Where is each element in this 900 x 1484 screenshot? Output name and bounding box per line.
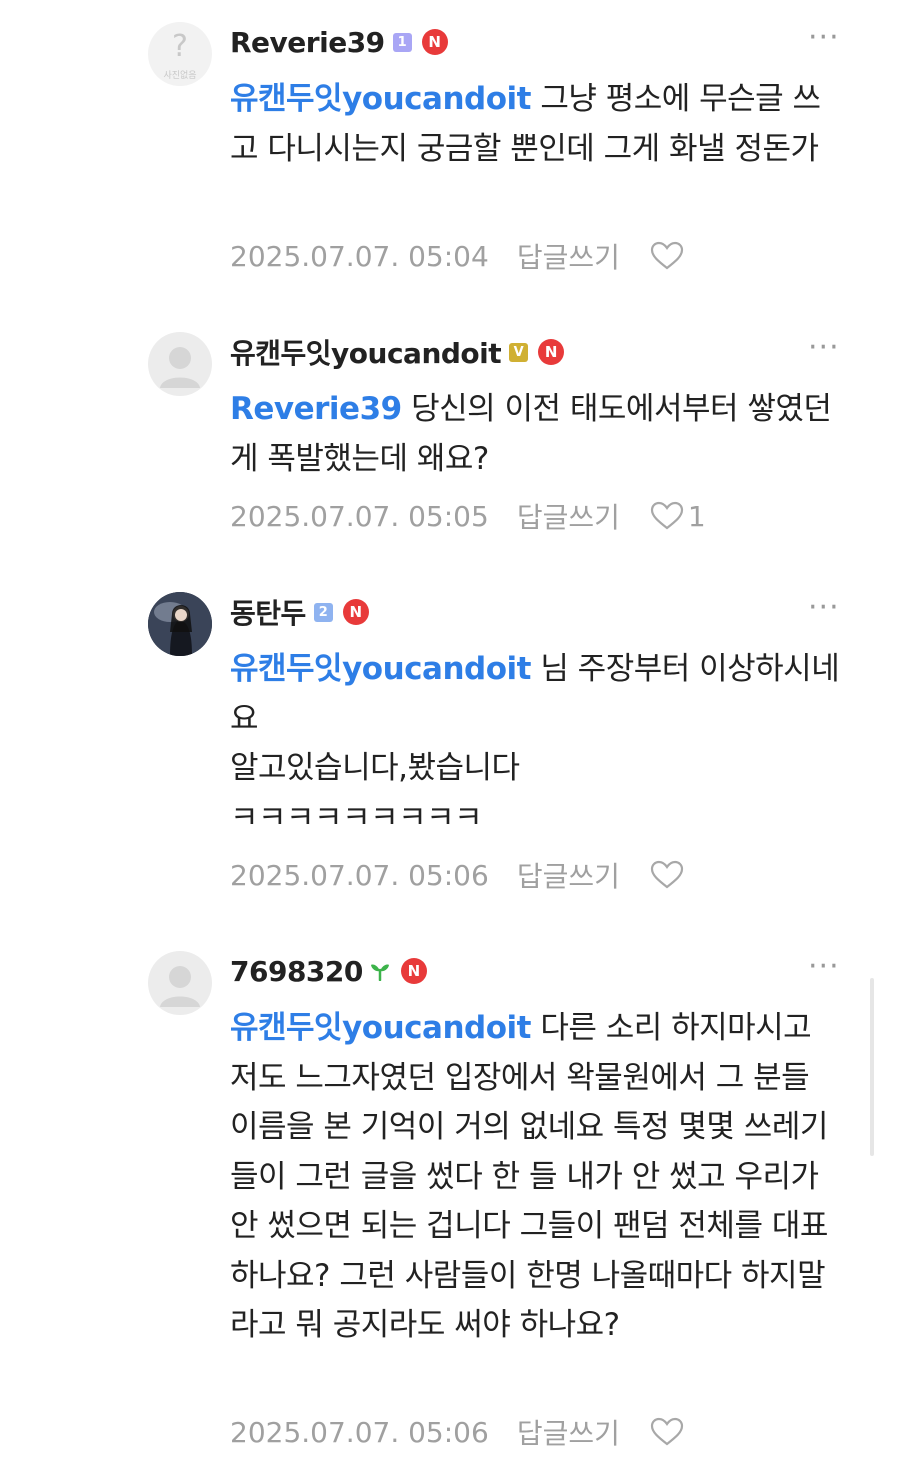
heart-icon bbox=[650, 1417, 683, 1446]
reply-button[interactable]: 답글쓰기 bbox=[517, 496, 620, 536]
profile-photo-icon bbox=[148, 592, 212, 656]
sprout-icon bbox=[370, 964, 389, 981]
reply-button[interactable]: 답글쓰기 bbox=[517, 1412, 620, 1452]
default-avatar-icon bbox=[160, 347, 200, 388]
comment-meta: 2025.07.07. 05:04 답글쓰기 bbox=[230, 236, 688, 276]
like-button[interactable] bbox=[650, 1417, 688, 1447]
comment-text: Reverie39 당신의 이전 태도에서부터 쌓였던게 폭발했는데 왜요? bbox=[230, 385, 845, 484]
level-badge: V bbox=[509, 342, 529, 362]
username[interactable]: 유캔두잇youcandoit bbox=[230, 332, 502, 372]
level-badge: 1 bbox=[392, 32, 412, 52]
comment-text: 유캔두잇youcandoit 다른 소리 하지마시고 저도 느그자였던 입장에서… bbox=[230, 1004, 845, 1351]
more-options-button[interactable]: ··· bbox=[808, 333, 840, 363]
reply-button[interactable]: 답글쓰기 bbox=[517, 855, 620, 895]
heart-icon bbox=[650, 501, 683, 530]
timestamp: 2025.07.07. 05:04 bbox=[230, 239, 489, 273]
username[interactable]: 동탄두 bbox=[230, 592, 306, 632]
level-badge: 2 bbox=[313, 602, 333, 622]
new-badge: N bbox=[538, 339, 565, 365]
svg-text:?: ? bbox=[172, 29, 188, 64]
question-mark-icon: ? 사진없음 bbox=[163, 29, 196, 81]
default-avatar-icon bbox=[160, 966, 200, 1007]
avatar[interactable] bbox=[148, 951, 212, 1015]
comment-header: 7698320 N bbox=[230, 951, 427, 991]
avatar-label: 사진없음 bbox=[163, 70, 196, 81]
comment-meta: 2025.07.07. 05:06 답글쓰기 bbox=[230, 855, 688, 895]
comment-meta: 2025.07.07. 05:05 답글쓰기 1 bbox=[230, 496, 706, 536]
avatar[interactable] bbox=[148, 592, 212, 656]
new-badge: N bbox=[342, 599, 369, 625]
timestamp: 2025.07.07. 05:05 bbox=[230, 499, 489, 533]
username[interactable]: 7698320 bbox=[230, 955, 363, 988]
comment-text: 유캔두잇youcandoit 그냥 평소에 무슨글 쓰고 다니시는지 궁금할 뿐… bbox=[230, 75, 845, 174]
timestamp: 2025.07.07. 05:06 bbox=[230, 858, 489, 892]
like-button[interactable] bbox=[650, 241, 688, 271]
heart-icon bbox=[650, 241, 683, 270]
comment-meta: 2025.07.07. 05:06 답글쓰기 bbox=[230, 1412, 688, 1452]
mention-link[interactable]: Reverie39 bbox=[230, 391, 402, 427]
comment-header: 동탄두 2 N bbox=[230, 592, 369, 632]
like-button[interactable]: 1 bbox=[650, 500, 706, 533]
comment-text: 유캔두잇youcandoit 님 주장부터 이상하시네요 알고있습니다,봤습니다… bbox=[230, 645, 845, 843]
scrollbar[interactable] bbox=[870, 978, 874, 1156]
mention-link[interactable]: 유캔두잇youcandoit bbox=[230, 1010, 531, 1046]
comment-body: 다른 소리 하지마시고 저도 느그자였던 입장에서 왁물원에서 그 분들 이름을… bbox=[230, 1010, 828, 1343]
comment-header: Reverie39 1 N bbox=[230, 22, 448, 62]
avatar[interactable]: ? 사진없음 bbox=[148, 22, 212, 86]
reply-button[interactable]: 답글쓰기 bbox=[517, 236, 620, 276]
mention-link[interactable]: 유캔두잇youcandoit bbox=[230, 651, 531, 687]
more-options-button[interactable]: ··· bbox=[808, 23, 840, 53]
mention-link[interactable]: 유캔두잇youcandoit bbox=[230, 81, 531, 117]
more-options-button[interactable]: ··· bbox=[808, 593, 840, 623]
timestamp: 2025.07.07. 05:06 bbox=[230, 1415, 489, 1449]
like-count: 1 bbox=[687, 499, 706, 533]
avatar[interactable] bbox=[148, 332, 212, 396]
like-button[interactable] bbox=[650, 860, 688, 890]
heart-icon bbox=[650, 860, 683, 889]
new-badge: N bbox=[400, 958, 427, 984]
new-badge: N bbox=[421, 29, 448, 55]
username[interactable]: Reverie39 bbox=[230, 26, 385, 59]
comment-header: 유캔두잇youcandoit V N bbox=[230, 332, 565, 372]
more-options-button[interactable]: ··· bbox=[808, 952, 840, 982]
